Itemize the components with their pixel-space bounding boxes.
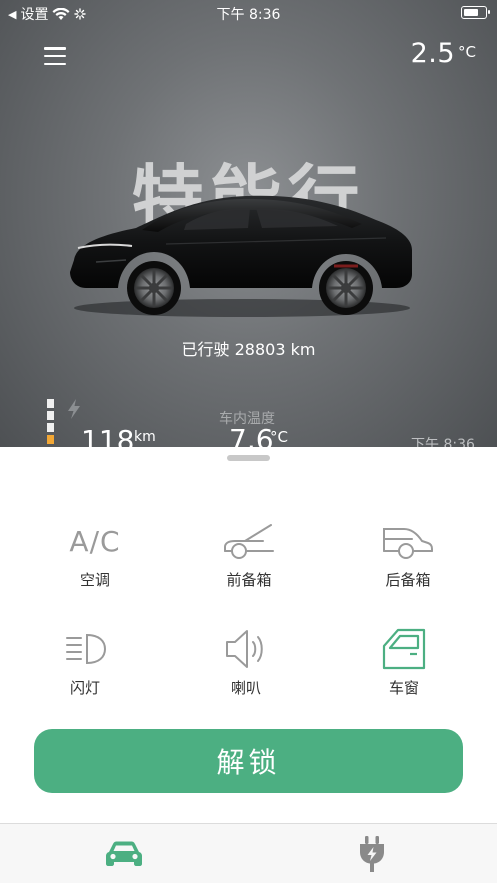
frunk-icon	[189, 517, 309, 565]
odometer-text: 已行驶 28803 km	[181, 340, 316, 359]
trunk-icon	[348, 517, 468, 565]
ac-icon-text: A/C	[69, 524, 121, 558]
window-icon	[344, 625, 464, 673]
trunk-control[interactable]: 后备箱	[348, 517, 468, 590]
controls-sheet: A/C 空调 前备箱 后备箱 闪灯 喇叭 车窗 解锁	[0, 447, 497, 823]
tab-vehicle[interactable]	[94, 836, 154, 872]
range-unit: km	[134, 429, 156, 445]
battery-range-bars	[47, 399, 54, 447]
drag-handle[interactable]	[227, 455, 270, 461]
car-image	[70, 195, 412, 317]
ac-control[interactable]: A/C 空调	[35, 517, 155, 590]
ac-icon: A/C	[35, 517, 155, 565]
vehicle-hero: ◀ 设置 下午 8:36 2.5 °C 已行驶 28803 km 118 km …	[0, 0, 497, 470]
frunk-label: 前备箱	[226, 571, 272, 589]
headlight-icon	[25, 625, 145, 673]
charging-bolt-icon	[68, 399, 80, 419]
car-icon	[106, 841, 142, 866]
horn-control[interactable]: 喇叭	[186, 625, 306, 698]
plug-icon	[360, 836, 384, 872]
flash-lights-label: 闪灯	[69, 679, 100, 697]
tab-bar	[0, 823, 497, 883]
battery-level	[463, 8, 478, 16]
hamburger-icon-line	[44, 47, 66, 50]
hamburger-icon-line	[44, 62, 66, 65]
ac-label: 空调	[79, 571, 110, 589]
menu-button[interactable]	[44, 46, 66, 66]
horn-icon	[186, 625, 306, 673]
status-time: 下午 8:36	[216, 7, 281, 23]
range-bar-segment	[47, 399, 54, 408]
outside-temperature: 2.5 °C	[411, 38, 476, 69]
range-bar-segment	[47, 435, 54, 444]
outside-temp-unit: °C	[458, 43, 476, 61]
outside-temp-value: 2.5	[410, 38, 456, 69]
frunk-control[interactable]: 前备箱	[189, 517, 309, 590]
unlock-button[interactable]: 解锁	[34, 729, 463, 793]
hamburger-icon-line	[44, 54, 66, 58]
status-bar: ◀ 设置 下午 8:36	[0, 0, 497, 26]
window-control[interactable]: 车窗	[344, 625, 464, 698]
cabin-temp-unit: °C	[270, 428, 288, 446]
horn-label: 喇叭	[230, 679, 261, 697]
range-bar-segment	[47, 423, 54, 432]
trunk-label: 后备箱	[385, 571, 431, 589]
battery-icon	[461, 6, 490, 19]
range-bar-segment	[47, 411, 54, 420]
flash-lights-control[interactable]: 闪灯	[25, 625, 145, 698]
window-label: 车窗	[388, 679, 419, 697]
tab-charging[interactable]	[342, 836, 402, 872]
